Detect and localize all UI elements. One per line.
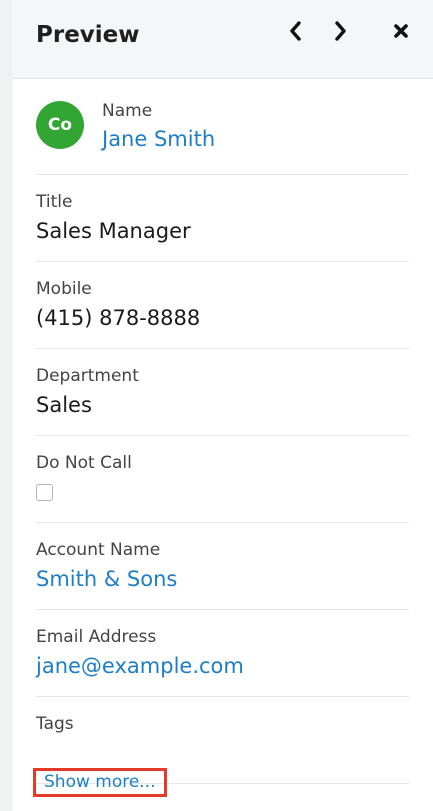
preview-title: Preview	[36, 22, 140, 48]
field-label: Mobile	[36, 279, 92, 299]
record-details: Co Name Jane Smith Title Sales Manager M…	[12, 79, 433, 784]
field-value: Sales Manager	[36, 219, 191, 243]
preview-header: Preview	[12, 0, 433, 79]
show-more-highlight: Show more...	[33, 768, 167, 797]
field-label: Do Not Call	[36, 453, 132, 473]
field-do-not-call: Do Not Call	[36, 436, 409, 523]
field-label: Tags	[36, 714, 74, 734]
field-title: Title Sales Manager	[36, 175, 409, 262]
field-label: Email Address	[36, 627, 157, 647]
name-label: Name	[102, 101, 153, 121]
close-icon	[392, 23, 410, 48]
field-label: Title	[36, 192, 73, 212]
previous-record-button[interactable]	[287, 20, 303, 49]
field-label: Department	[36, 366, 139, 386]
do-not-call-checkbox[interactable]	[36, 484, 53, 501]
field-department: Department Sales	[36, 349, 409, 436]
name-row: Co Name Jane Smith	[36, 79, 409, 175]
field-label: Account Name	[36, 540, 161, 560]
field-value: Sales	[36, 393, 92, 417]
chevron-left-icon	[287, 21, 303, 48]
field-email-address: Email Address jane@example.com	[36, 610, 409, 697]
show-more-link[interactable]: Show more...	[44, 772, 156, 792]
field-mobile: Mobile (415) 878-8888	[36, 262, 409, 349]
field-value: (415) 878-8888	[36, 306, 201, 330]
chevron-right-icon	[333, 21, 349, 48]
email-link[interactable]: jane@example.com	[36, 654, 244, 678]
account-name-link[interactable]: Smith & Sons	[36, 567, 177, 591]
close-button[interactable]	[392, 20, 410, 49]
next-record-button[interactable]	[333, 20, 349, 49]
field-account-name: Account Name Smith & Sons	[36, 523, 409, 610]
name-link[interactable]: Jane Smith	[102, 127, 215, 151]
avatar: Co	[36, 101, 84, 149]
preview-panel: Preview Co Name Jane Smith Title Sales M…	[0, 0, 433, 811]
